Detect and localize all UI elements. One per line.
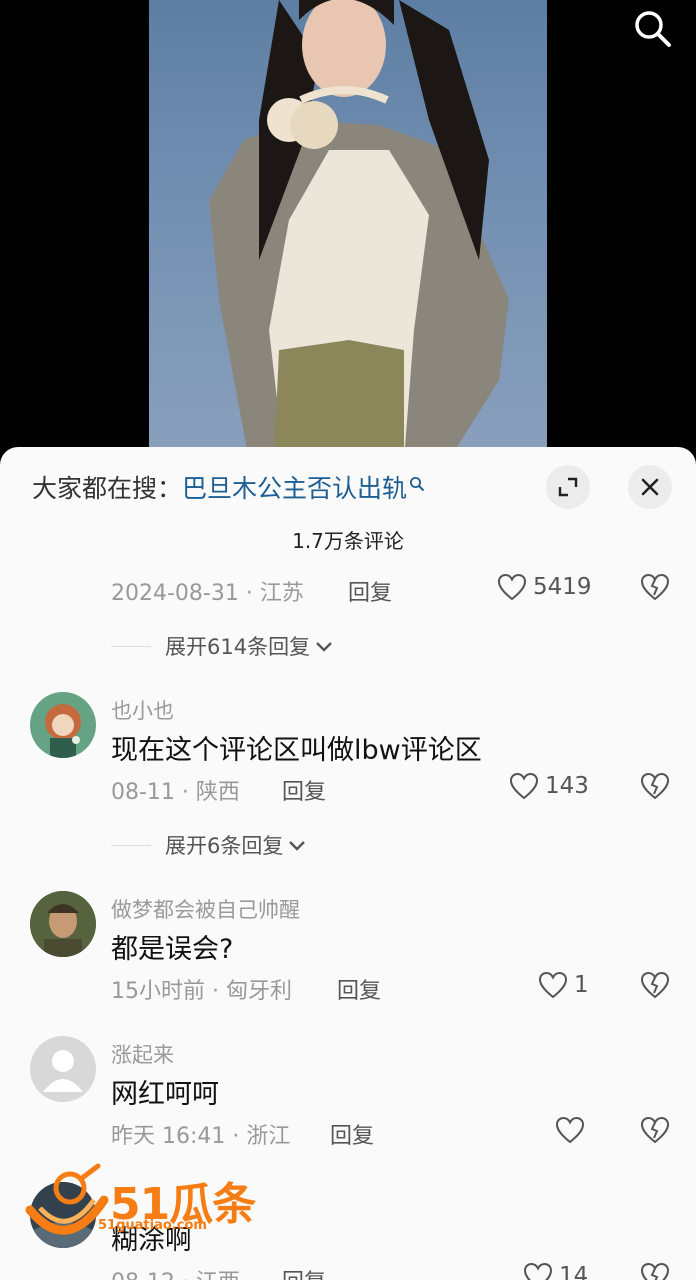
comment-count: 1.7万条评论	[292, 529, 404, 553]
watermark-melon-icon	[25, 1163, 109, 1235]
like-count: 143	[545, 773, 589, 799]
like-button[interactable]: 5419	[497, 570, 592, 604]
heart-icon	[538, 971, 568, 999]
close-button[interactable]	[628, 465, 672, 509]
avatar[interactable]	[30, 1036, 96, 1102]
reply-button[interactable]: 回复	[337, 973, 381, 1005]
comment-date-location: 08-12 · 江西	[111, 1264, 240, 1280]
comment-username[interactable]: 涨起来	[111, 1039, 174, 1069]
expand-replies-label: 展开6条回复	[165, 834, 284, 858]
like-count: 1	[574, 972, 589, 998]
search-icon	[635, 11, 671, 47]
broken-heart-icon	[640, 573, 670, 601]
reply-button[interactable]: 回复	[282, 774, 326, 806]
like-button[interactable]	[555, 1113, 591, 1147]
video-frame[interactable]	[149, 0, 547, 460]
chevron-down-icon	[289, 841, 306, 851]
search-button[interactable]	[630, 6, 674, 50]
sheet-header: 大家都在搜：巴旦木公主否认出轨	[0, 447, 696, 527]
broken-heart-icon	[640, 1262, 670, 1280]
expand-fullscreen-button[interactable]	[546, 465, 590, 509]
comment-meta: 08-11 · 陕西 回复 143	[111, 769, 671, 806]
reply-button[interactable]: 回复	[348, 575, 392, 607]
broken-heart-icon	[640, 971, 670, 999]
comment-username[interactable]: 做梦都会被自己帅醒	[111, 894, 300, 924]
expand-replies-label: 展开614条回复	[165, 635, 311, 659]
reply-button[interactable]: 回复	[330, 1118, 374, 1150]
like-count: 14	[559, 1263, 589, 1280]
dislike-button[interactable]	[639, 770, 671, 802]
comment-date-location: 2024-08-31 · 江苏	[111, 581, 304, 606]
dislike-button[interactable]	[639, 1114, 671, 1146]
dislike-button[interactable]	[639, 571, 671, 603]
like-button[interactable]: 143	[509, 769, 589, 803]
default-avatar-icon	[43, 1050, 83, 1092]
avatar[interactable]	[30, 891, 96, 957]
small-search-icon	[409, 469, 425, 498]
comment-sheet: 大家都在搜：巴旦木公主否认出轨 1.7万条评论 2024-08-31 · 江苏 …	[0, 447, 696, 1280]
trending-search-link[interactable]: 巴旦木公主否认出轨	[182, 474, 407, 503]
video-player[interactable]	[0, 0, 696, 460]
comment-username[interactable]: 也小也	[111, 695, 174, 725]
trending-search-prefix: 大家都在搜：	[32, 474, 183, 503]
comment-date-location: 昨天 16:41 · 浙江	[111, 1124, 291, 1149]
comment-date-location: 08-11 · 陕西	[111, 780, 240, 805]
comment-meta: 15小时前 · 匈牙利 回复 1	[111, 968, 671, 1005]
divider	[111, 645, 151, 647]
divider	[111, 844, 151, 846]
heart-icon	[555, 1116, 585, 1144]
dislike-button[interactable]	[639, 969, 671, 1001]
comment-date-location: 15小时前 · 匈牙利	[111, 979, 292, 1004]
like-count: 5419	[533, 574, 592, 600]
video-figure-image	[209, 0, 509, 460]
comment-meta: 昨天 16:41 · 浙江 回复	[111, 1113, 671, 1150]
watermark-logo: 51瓜条 51guatiao.com	[22, 1160, 272, 1260]
broken-heart-icon	[640, 772, 670, 800]
comment-meta: 2024-08-31 · 江苏 回复 5419	[111, 570, 671, 607]
avatar-image	[30, 891, 96, 957]
avatar[interactable]	[30, 692, 96, 758]
comment-text: 现在这个评论区叫做lbw评论区	[111, 735, 482, 766]
trending-search-hint[interactable]: 大家都在搜：巴旦木公主否认出轨	[32, 469, 425, 505]
chevron-down-icon	[316, 642, 332, 652]
expand-replies-button[interactable]: 展开614条回复	[111, 631, 334, 661]
broken-heart-icon	[640, 1116, 670, 1144]
heart-icon	[497, 573, 527, 601]
like-button[interactable]: 14	[523, 1259, 588, 1280]
reply-button[interactable]: 回复	[282, 1264, 326, 1280]
expand-replies-button[interactable]: 展开6条回复	[111, 830, 307, 860]
heart-icon	[523, 1262, 553, 1280]
comment-text: 网红呵呵	[111, 1079, 219, 1110]
heart-icon	[509, 772, 539, 800]
watermark-url: 51guatiao.com	[98, 1218, 207, 1233]
avatar-image	[45, 704, 81, 758]
expand-icon	[558, 477, 578, 497]
dislike-button[interactable]	[639, 1260, 671, 1280]
comment-text: 都是误会?	[111, 934, 234, 965]
comment-meta: 08-12 · 江西 回复 14	[111, 1259, 671, 1280]
like-button[interactable]: 1	[538, 968, 589, 1002]
close-icon	[641, 478, 659, 496]
